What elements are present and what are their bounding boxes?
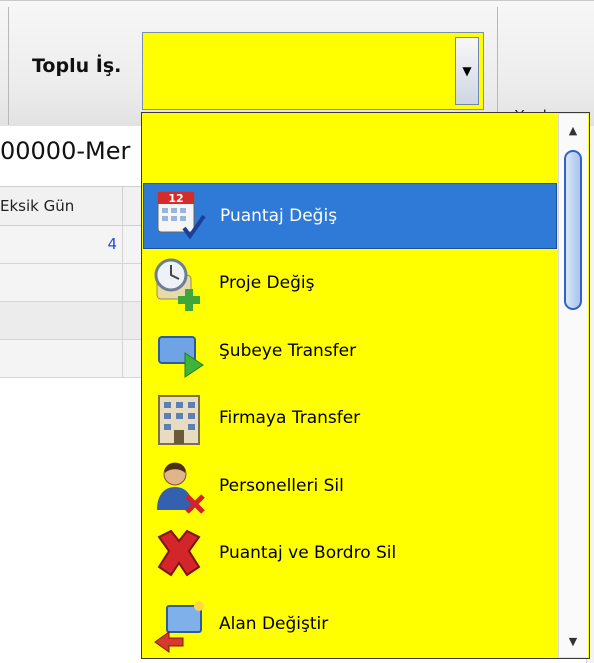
table-row[interactable] — [0, 340, 145, 378]
field-swap-icon — [154, 601, 204, 653]
table-row[interactable]: 4 — [0, 226, 145, 264]
chevron-down-icon: ▼ — [462, 64, 472, 78]
svg-text:12: 12 — [168, 192, 183, 205]
scroll-up-button[interactable]: ▲ — [559, 116, 587, 144]
menu-item-label: Şubeye Transfer — [219, 341, 357, 361]
menu-item-label: Personelleri Sil — [219, 476, 344, 496]
cell-eksik-gun: 4 — [107, 235, 117, 253]
menu-item-label: Firmaya Transfer — [219, 408, 361, 428]
column-divider — [122, 226, 123, 264]
bulk-operations-combo[interactable]: ▼ — [142, 32, 484, 110]
chevron-up-icon: ▲ — [568, 123, 578, 137]
menu-item-subeye-transfer[interactable]: Şubeye Transfer — [143, 318, 557, 384]
menu-item-label: Alan Değiştir — [219, 614, 329, 634]
dropdown-scrollbar[interactable]: ▲ ▼ — [558, 114, 588, 657]
menu-item-firmaya-transfer[interactable]: Firmaya Transfer — [143, 385, 557, 451]
column-divider — [122, 187, 123, 227]
menu-item-personelleri-sil[interactable]: Personelleri Sil — [143, 453, 557, 519]
clock-add-icon — [154, 258, 200, 311]
grid-title: 00000-Mer — [0, 127, 150, 175]
table-row[interactable] — [0, 264, 145, 302]
menu-item-alan-degistir[interactable]: Alan Değiştir — [143, 591, 557, 657]
column-divider — [122, 264, 123, 302]
combo-dropdown-button[interactable]: ▼ — [455, 37, 479, 105]
building-icon — [158, 395, 200, 445]
column-divider — [122, 340, 123, 378]
menu-item-proje-degis[interactable]: Proje Değiş — [143, 250, 557, 316]
menu-item-label: Puantaj ve Bordro Sil — [219, 543, 397, 563]
calendar-check-icon: 12 — [157, 191, 206, 240]
toolbar-separator — [497, 7, 498, 125]
column-divider — [122, 302, 123, 340]
table-row[interactable] — [0, 302, 145, 340]
toolbar-separator — [8, 7, 9, 125]
monitor-transfer-icon — [158, 336, 204, 378]
menu-item-label: Puantaj Değiş — [220, 206, 338, 226]
scrollbar-thumb[interactable] — [564, 150, 582, 310]
menu-item-puantaj-ve-bordro-sil[interactable]: Puantaj ve Bordro Sil — [143, 520, 557, 586]
red-x-icon — [157, 529, 201, 577]
bulk-operations-label: Toplu İş. — [32, 55, 122, 77]
grid-header: Eksik Gün — [0, 186, 145, 227]
column-header-eksik-gun[interactable]: Eksik Gün — [0, 197, 74, 215]
chevron-down-icon: ▼ — [568, 634, 578, 648]
menu-item-label: Proje Değiş — [219, 273, 315, 293]
user-delete-icon — [157, 462, 205, 514]
scroll-down-button[interactable]: ▼ — [559, 627, 587, 655]
menu-item-puantaj-degis[interactable]: 12 Puantaj Değiş — [143, 183, 557, 249]
bulk-operations-dropdown-list[interactable]: 12 Puantaj Değiş Proje Değiş Şubeye Tran… — [141, 112, 590, 659]
